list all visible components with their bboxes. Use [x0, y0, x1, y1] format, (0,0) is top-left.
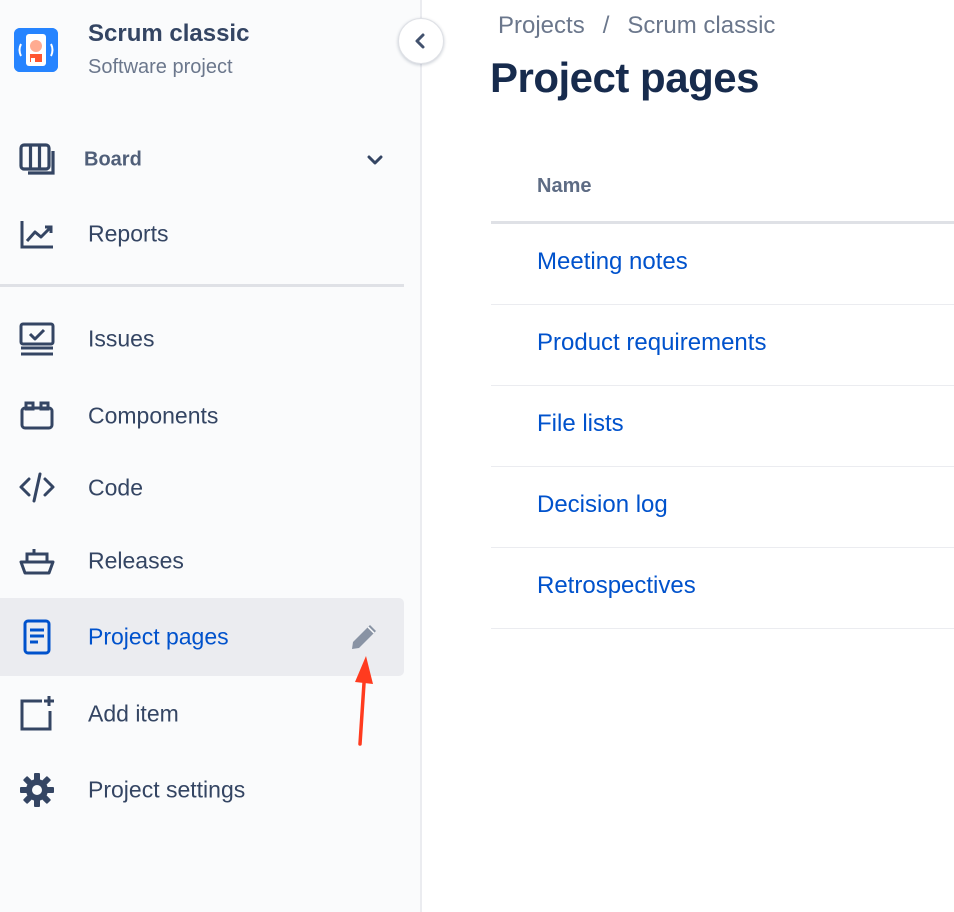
sidebar-item-label: Reports	[88, 220, 169, 247]
page-link-product-requirements[interactable]: Product requirements	[537, 329, 766, 357]
reports-icon	[20, 221, 53, 249]
project-type: Software project	[88, 56, 233, 78]
project-avatar	[14, 28, 58, 72]
board-icon	[19, 143, 55, 175]
chevron-left-icon	[415, 33, 425, 49]
sidebar-item-label: Project settings	[88, 776, 246, 803]
components-icon	[20, 401, 54, 430]
table-row: Product requirements	[491, 305, 954, 386]
page-link-retrospectives[interactable]: Retrospectives	[537, 572, 696, 600]
breadcrumb-link-projects[interactable]: Projects	[498, 12, 585, 39]
table-row: Retrospectives	[491, 548, 954, 629]
sidebar-item-label: Components	[88, 402, 219, 429]
sidebar-item-label: Add item	[88, 700, 179, 727]
sidebar-item-label: Board	[84, 148, 142, 171]
sidebar-item-code[interactable]: Code	[0, 450, 404, 526]
project-sidebar: Scrum classic Software project Board Rep…	[0, 0, 422, 912]
breadcrumb-separator: /	[602, 12, 610, 39]
page-link-decision-log[interactable]: Decision log	[537, 491, 668, 519]
sidebar-item-components[interactable]: Components	[0, 378, 404, 454]
column-header-name[interactable]: Name	[537, 175, 591, 198]
add-item-icon	[20, 696, 54, 731]
page-icon	[23, 619, 51, 655]
project-name: Scrum classic	[88, 20, 250, 47]
collapse-sidebar-button[interactable]	[398, 18, 444, 64]
pencil-icon	[352, 625, 376, 649]
page-link-file-lists[interactable]: File lists	[537, 410, 624, 438]
sidebar-item-board[interactable]: Board	[0, 122, 404, 198]
table-row: File lists	[491, 386, 954, 467]
table-header: Name	[491, 148, 954, 224]
sidebar-item-label: Code	[88, 474, 143, 501]
breadcrumb: Projects / Scrum classic	[498, 12, 775, 40]
sidebar-divider	[0, 284, 404, 287]
page-title: Project pages	[490, 54, 759, 101]
table-row: Decision log	[491, 467, 954, 548]
releases-icon	[19, 549, 55, 575]
sidebar-item-releases[interactable]: Releases	[0, 523, 404, 599]
edit-button[interactable]	[344, 617, 384, 657]
project-header[interactable]: Scrum classic Software project	[0, 0, 400, 110]
sidebar-item-label: Releases	[88, 547, 184, 574]
sidebar-item-issues[interactable]: Issues	[0, 301, 404, 377]
annotation-arrow	[355, 656, 373, 746]
main-content: Projects / Scrum classic Project pages Nam…	[424, 0, 954, 912]
table-row: Meeting notes	[491, 224, 954, 305]
issues-icon	[19, 322, 55, 356]
chevron-down-icon[interactable]	[362, 147, 388, 173]
code-icon	[19, 472, 55, 503]
gear-icon	[20, 773, 54, 807]
sidebar-item-reports[interactable]: Reports	[0, 196, 404, 272]
sidebar-item-label: Project pages	[88, 623, 229, 650]
sidebar-item-project-settings[interactable]: Project settings	[0, 752, 404, 828]
page-link-meeting-notes[interactable]: Meeting notes	[537, 248, 688, 276]
pages-table: Name Meeting notes Product requirements …	[491, 148, 954, 629]
breadcrumb-link-project[interactable]: Scrum classic	[627, 12, 775, 39]
sidebar-item-label: Issues	[88, 325, 155, 352]
